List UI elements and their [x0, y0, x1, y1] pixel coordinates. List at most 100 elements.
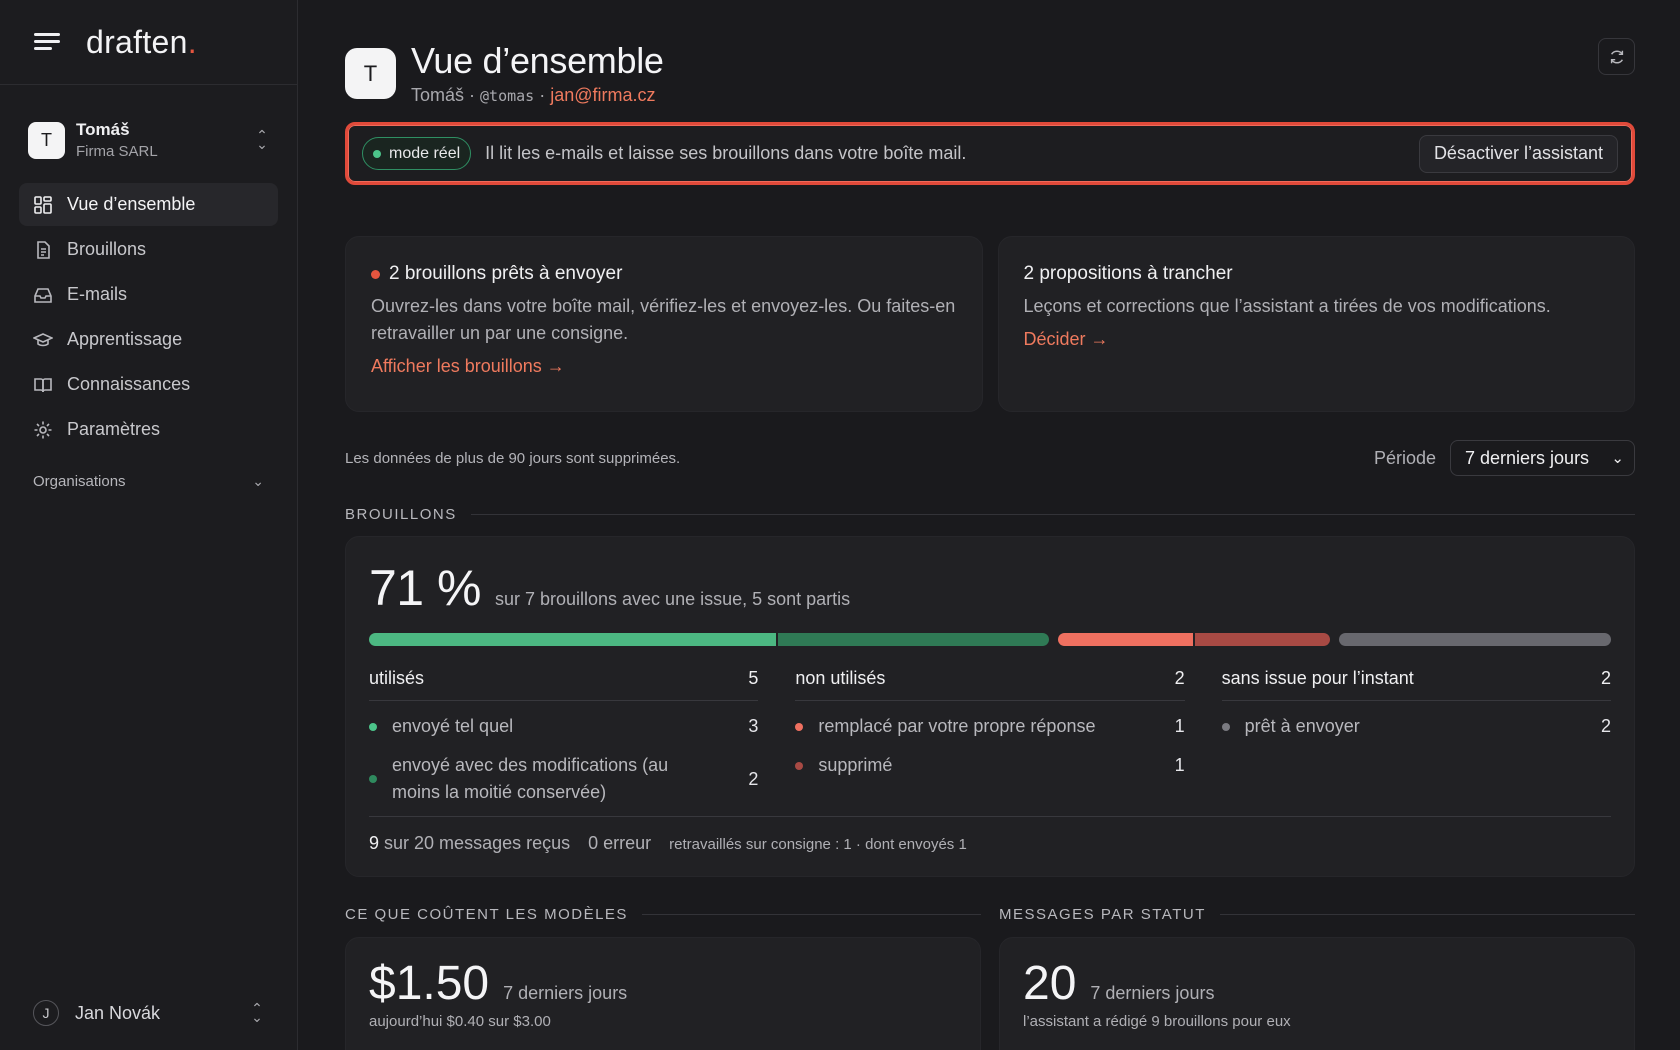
sidebar: draften. T Tomáš Firma SARL ⌃ ⌄ Vue d’ens…	[0, 0, 298, 1050]
card-title: 2 brouillons prêts à envoyer	[389, 263, 623, 284]
page-title: Vue d’ensemble	[411, 40, 664, 81]
sidebar-item-label: Vue d’ensemble	[67, 194, 196, 214]
list-item: envoyé tel quel 3	[369, 713, 758, 740]
org-user-name: Tomáš	[76, 120, 130, 139]
drafts-stats-card: 71 % sur 7 brouillons avec une issue, 5 …	[345, 536, 1635, 877]
period-select[interactable]: 7 derniers jours ⌄	[1450, 440, 1635, 476]
page-header: T Vue d’ensemble Tomáš · @tomas · jan@fi…	[345, 38, 1635, 110]
proposals-card: 2 propositions à trancher Leçons et corr…	[997, 236, 1635, 412]
show-drafts-link[interactable]: Afficher les brouillons →	[371, 356, 565, 377]
banner-message: Il lit les e-mails et laisse ses brouill…	[485, 143, 967, 163]
usage-percent-sub: sur 7 brouillons avec une issue, 5 sont …	[494, 589, 851, 609]
cost-today: aujourd’hui $0.40 sur $3.00	[369, 1013, 551, 1030]
alert-dot	[371, 269, 380, 279]
sidebar-item-label: Apprentissage	[67, 329, 183, 349]
account-email-link[interactable]: jan@firma.cz	[550, 85, 655, 105]
user-name: Jan Novák	[75, 1002, 161, 1023]
bar-group	[369, 633, 1049, 646]
list-item: remplacé par votre propre réponse 1	[795, 713, 1185, 740]
org-company: Firma SARL	[76, 143, 158, 160]
sidebar-item-label: E-mails	[67, 284, 128, 304]
messages-section-title: MESSAGES PAR STATUT	[999, 906, 1635, 923]
legend-dot	[1221, 722, 1230, 731]
document-icon	[37, 240, 50, 259]
drafts-section-title: BROUILLONS	[345, 506, 1635, 523]
user-avatar: J	[33, 1000, 59, 1026]
legend-dot	[369, 722, 377, 731]
pending-column: sans issue pour l’instant 2 prêt à envoye…	[1221, 668, 1611, 806]
used-column: utilisés 5 envoyé tel quel 3 envoyé avec …	[369, 668, 759, 806]
sidebar-item-label: Connaissances	[67, 374, 191, 394]
period-row: Les données de plus de 90 jours sont sup…	[345, 440, 1635, 476]
decide-link[interactable]: Décider →	[1024, 329, 1109, 350]
book-icon	[34, 377, 52, 392]
deactivate-assistant-button[interactable]: Désactiver l’assistant	[1418, 134, 1618, 173]
org-avatar: T	[28, 121, 65, 159]
gear-icon	[34, 421, 52, 438]
drafts-ready-card: 2 brouillons prêts à envoyer Ouvrez-les …	[345, 236, 983, 412]
reworked-count: retravaillés sur consigne : 1 · dont env…	[669, 836, 967, 853]
dashboard-icon	[34, 195, 52, 214]
account-meta: Tomáš · @tomas · jan@firma.cz	[411, 85, 656, 105]
graduation-cap-icon	[33, 332, 53, 346]
retention-note: Les données de plus de 90 jours sont sup…	[345, 449, 681, 467]
messages-count: 20	[1023, 957, 1077, 1010]
chevron-updown-icon: ⌃ ⌄	[256, 127, 268, 152]
outcome-bar	[369, 633, 1611, 646]
list-item: prêt à envoyer 2	[1221, 713, 1611, 740]
sidebar-item-settings[interactable]: Paramètres	[19, 408, 278, 451]
account-name: Tomáš	[411, 85, 465, 105]
refresh-button[interactable]	[1598, 38, 1635, 75]
account-avatar: T	[345, 48, 396, 99]
sidebar-item-label: Paramètres	[67, 419, 161, 439]
bar-segment	[369, 633, 776, 646]
bar-segment	[777, 633, 1049, 646]
user-menu[interactable]: J Jan Novák ⌃ ⌄	[33, 1000, 264, 1026]
costs-card: $1.50 7 derniers jours aujourd’hui $0.40…	[345, 937, 981, 1050]
sidebar-item-drafts[interactable]: Brouillons	[19, 228, 278, 271]
messages-sub: l’assistant a rédigé 9 brouillons pour e…	[1023, 1013, 1291, 1030]
logo[interactable]: draften.	[86, 24, 197, 61]
error-count: 0 erreur	[588, 833, 652, 853]
card-text: Leçons et corrections que l’assistant a …	[1023, 296, 1551, 316]
cost-amount: $1.50	[369, 957, 490, 1010]
chevron-down-icon: ⌄	[1611, 450, 1624, 467]
card-text: Ouvrez-les dans votre boîte mail, vérifi…	[371, 296, 956, 343]
sidebar-item-emails[interactable]: E-mails	[19, 273, 278, 316]
org-switcher[interactable]: T Tomáš Firma SARL ⌃ ⌄	[0, 115, 297, 165]
bar-group	[1339, 633, 1611, 646]
inbox-icon	[34, 287, 52, 303]
unused-column: non utilisés 2 remplacé par votre propre …	[795, 668, 1185, 806]
organisations-section[interactable]: Organisations ⌄	[33, 473, 264, 490]
card-title: 2 propositions à trancher	[1023, 263, 1233, 284]
cost-period: 7 derniers jours	[503, 983, 628, 1003]
menu-icon[interactable]	[34, 31, 60, 53]
bar-segment	[1058, 633, 1193, 646]
legend-dot	[369, 775, 377, 783]
sidebar-item-overview[interactable]: Vue d’ensemble	[19, 183, 278, 226]
chevron-updown-icon: ⌃ ⌄	[251, 1000, 263, 1025]
bottom-cards: $1.50 7 derniers jours aujourd’hui $0.40…	[345, 937, 1635, 1050]
chevron-down-icon: ⌄	[252, 473, 264, 489]
legend-dot	[795, 722, 804, 731]
messages-period: 7 derniers jours	[1090, 983, 1215, 1003]
legend-dot	[795, 761, 804, 770]
brand-bar: draften.	[0, 0, 297, 85]
usage-percent: 71 %	[369, 560, 481, 616]
period-label: Période	[1373, 447, 1436, 468]
sidebar-item-label: Brouillons	[67, 239, 147, 259]
live-mode-badge: mode réel	[362, 137, 472, 170]
bar-group	[1058, 633, 1330, 646]
main-content: T Vue d’ensemble Tomáš · @tomas · jan@fi…	[345, 0, 1635, 1050]
sidebar-item-knowledge[interactable]: Connaissances	[19, 363, 278, 406]
costs-section-title: CE QUE COÛTENT LES MODÈLES	[345, 906, 981, 923]
list-item: envoyé avec des modifications (au moins …	[369, 752, 758, 806]
action-cards: 2 brouillons prêts à envoyer Ouvrez-les …	[345, 236, 1635, 412]
list-item: supprimé 1	[795, 752, 1185, 779]
messages-card: 20 7 derniers jours l’assistant a rédigé…	[999, 937, 1635, 1050]
organisations-label: Organisations	[33, 473, 126, 490]
account-handle: @tomas	[480, 87, 535, 105]
sidebar-item-learning[interactable]: Apprentissage	[19, 318, 278, 361]
bar-segment	[1195, 633, 1330, 646]
drafts-footer: 9 sur 20 messages reçus 0 erreur retrava…	[369, 816, 1611, 854]
